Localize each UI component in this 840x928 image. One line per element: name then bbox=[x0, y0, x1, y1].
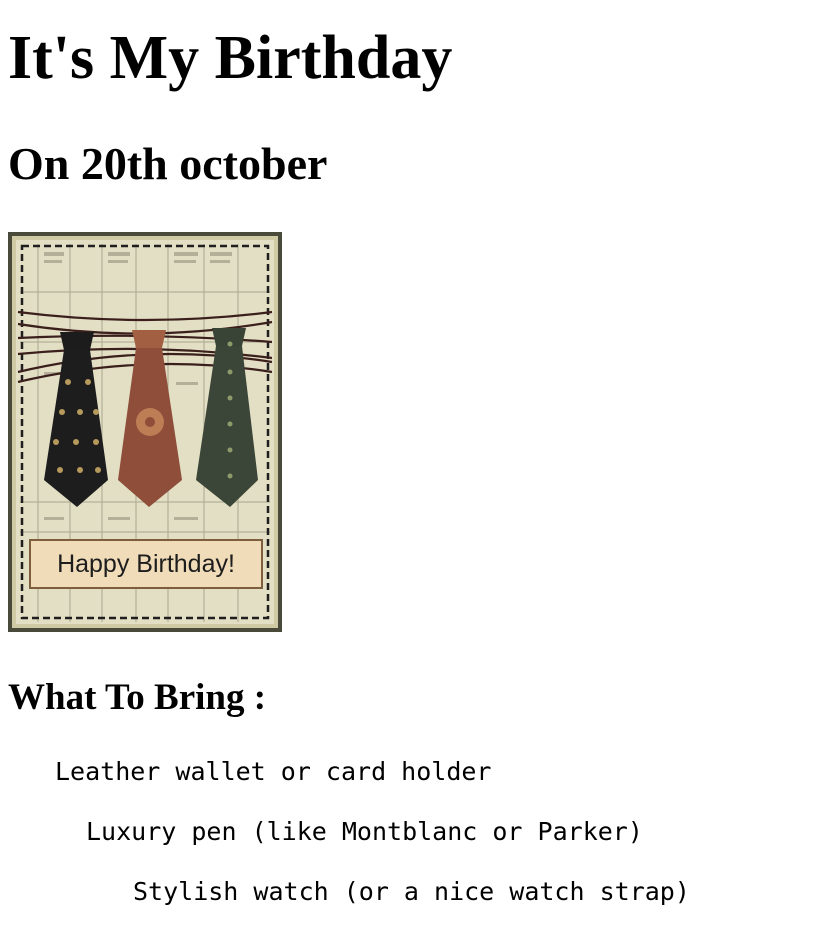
list-item: Luxury pen (like Montblanc or Parker) bbox=[86, 817, 643, 846]
list-item: Stylish watch (or a nice watch strap) bbox=[133, 877, 690, 906]
section-heading: What To Bring : bbox=[8, 677, 267, 718]
card-label: Happy Birthday! bbox=[57, 550, 235, 578]
page-title: It's My Birthday bbox=[8, 24, 453, 92]
list-item: Leather wallet or card holder bbox=[55, 757, 492, 786]
birthday-card-image: Happy Birthday! bbox=[8, 232, 282, 632]
page-subtitle: On 20th october bbox=[8, 138, 328, 189]
